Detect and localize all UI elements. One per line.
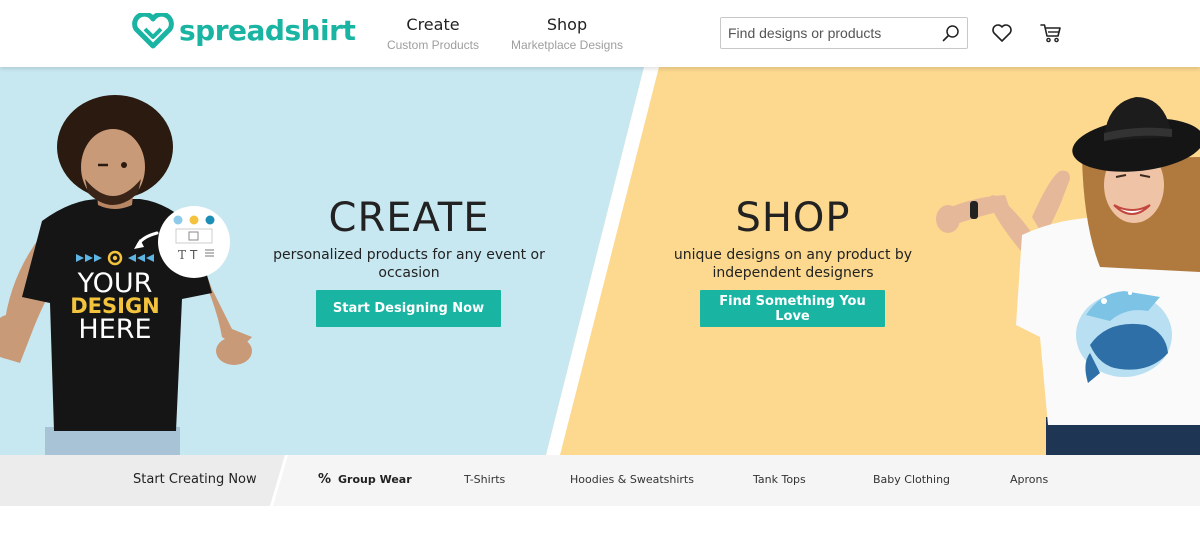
spreadshirt-logo[interactable]: spreadshirt: [132, 13, 356, 49]
percent-icon: %: [318, 472, 332, 487]
category-tank-tops[interactable]: Tank Tops: [753, 473, 806, 486]
category-group-wear-label: Group Wear: [338, 473, 412, 486]
nav-create-sublabel: Custom Products: [386, 38, 480, 52]
search-icon[interactable]: [942, 24, 960, 42]
category-t-shirts[interactable]: T-Shirts: [464, 473, 505, 486]
search-box: [720, 17, 968, 49]
brand-name: spreadshirt: [179, 14, 356, 47]
start-creating-label: Start Creating Now: [133, 472, 257, 487]
nav-create[interactable]: Create Custom Products: [386, 15, 480, 53]
svg-text:T: T: [189, 248, 198, 262]
search-input[interactable]: [721, 18, 936, 48]
shop-panel: SHOP unique designs on any product by in…: [662, 196, 924, 282]
category-aprons[interactable]: Aprons: [1010, 473, 1048, 486]
shop-subtitle: unique designs on any product by indepen…: [673, 247, 913, 281]
category-bar: Start Creating Now % Group Wear T-Shirts…: [0, 455, 1200, 506]
hero-illustration: YOUR DESIGN HERE T T: [0, 67, 1200, 455]
hero-banner: YOUR DESIGN HERE T T CREATE personalized…: [0, 67, 1200, 455]
create-title: CREATE: [328, 195, 490, 241]
nav-shop-label: Shop: [546, 15, 588, 34]
svg-text:T: T: [178, 248, 186, 262]
nav-shop-sublabel: Marketplace Designs: [510, 38, 624, 52]
heart-icon[interactable]: [991, 22, 1013, 44]
nav-shop[interactable]: Shop Marketplace Designs: [510, 15, 624, 53]
category-hoodies-sweatshirts[interactable]: Hoodies & Sweatshirts: [570, 473, 694, 486]
shop-title: SHOP: [735, 195, 851, 241]
start-designing-button[interactable]: Start Designing Now: [316, 290, 501, 327]
cart-icon[interactable]: [1040, 22, 1062, 44]
create-panel: CREATE personalized products for any eve…: [268, 196, 550, 282]
category-group-wear[interactable]: % Group Wear: [318, 472, 412, 487]
site-header: spreadshirt Create Custom Products Shop …: [0, 0, 1200, 67]
find-something-button[interactable]: Find Something You Love: [700, 290, 885, 327]
tshirt-print-line3: HERE: [78, 314, 151, 345]
heart-logo-icon: [132, 13, 174, 49]
nav-create-label: Create: [406, 15, 460, 34]
category-baby-clothing[interactable]: Baby Clothing: [873, 473, 950, 486]
start-creating-tab[interactable]: Start Creating Now: [0, 455, 288, 506]
create-subtitle: personalized products for any event or o…: [273, 247, 545, 281]
